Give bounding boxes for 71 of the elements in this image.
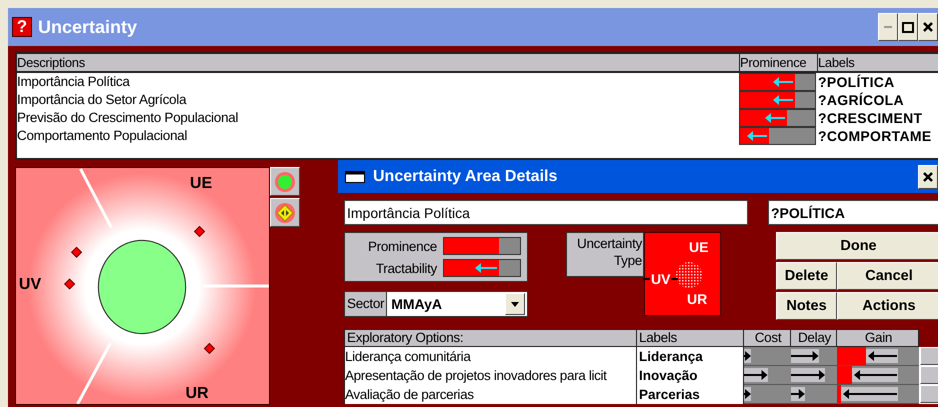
type-tag[interactable]: UR	[687, 291, 708, 307]
dialog-button[interactable]: Cancel	[837, 262, 938, 290]
window-icon	[345, 170, 365, 182]
sector-value: MMAyA	[391, 296, 442, 312]
type-tag[interactable]: UV	[643, 271, 678, 287]
column-header: Descriptions	[17, 54, 740, 71]
column-header: Gain	[837, 329, 919, 347]
sector-label: Sector	[345, 292, 388, 316]
row-button[interactable]	[920, 347, 938, 365]
label-cell-text: ?COMPORTAME	[817, 127, 932, 145]
question-icon: ?	[12, 17, 32, 37]
diamond-icon	[274, 202, 296, 224]
left-arrow-icon	[747, 131, 768, 141]
area-label: UR	[185, 385, 209, 403]
dropdown-button[interactable]	[505, 293, 525, 315]
caret-icon	[511, 302, 519, 306]
label-cell-text: ?POLÍTICA	[817, 73, 895, 91]
area-label: UV	[18, 276, 42, 294]
maximize-button[interactable]	[898, 13, 918, 41]
close-button[interactable]	[918, 13, 938, 41]
column-header: Delay	[791, 329, 837, 347]
column-header: Prominence	[740, 54, 818, 71]
dialog-button[interactable]: Notes	[776, 292, 837, 320]
minimize-icon	[884, 26, 892, 28]
diamond-tool-button[interactable]	[270, 198, 300, 227]
dialog-button[interactable]: Actions	[837, 292, 938, 320]
dialog-title: Uncertainty Area Details	[373, 168, 558, 186]
maximize-icon	[902, 22, 914, 32]
type-tag[interactable]: UE	[689, 239, 708, 255]
left-arrow-icon	[772, 77, 793, 87]
column-header: Cost	[744, 329, 791, 347]
rating-slider[interactable]	[443, 237, 521, 255]
left-arrow-icon	[843, 389, 898, 399]
close-icon	[923, 22, 933, 32]
left-arrow-icon	[474, 263, 497, 273]
circle-tool-button[interactable]	[270, 167, 300, 196]
slider-label: Tractability	[374, 260, 437, 276]
left-arrow-icon	[764, 113, 784, 123]
rating-slider[interactable]	[443, 259, 521, 277]
close-icon	[923, 172, 933, 182]
row-button[interactable]	[920, 385, 938, 403]
option-description: Avaliação de parcerias	[345, 385, 637, 404]
column-header: Labels	[818, 54, 938, 71]
window-title: Uncertainty	[38, 16, 138, 38]
dotted-area-icon	[676, 262, 702, 288]
column-header: Labels	[637, 329, 744, 347]
description-field[interactable]: Importância Política	[344, 200, 748, 225]
dialog-button[interactable]: Done	[776, 232, 938, 260]
description-cell-text: Comportamento Populacional	[17, 127, 188, 145]
description-cell-text: Importância do Setor Agrícola	[17, 91, 188, 109]
close-button[interactable]	[918, 164, 938, 188]
dialog-button[interactable]: Delete	[776, 262, 837, 290]
label-field[interactable]: ?POLÍTICA	[768, 200, 938, 225]
area-label: UE	[190, 175, 212, 193]
description-cell-text: Previsão do Crescimento Populacional	[17, 109, 240, 127]
sector-dropdown[interactable]: Sector MMAyA	[344, 291, 528, 317]
uncertainty-type-selector[interactable]: UE UV UR	[644, 232, 721, 316]
type-label: Uncertainty Type	[566, 232, 644, 277]
right-arrow-icon	[744, 389, 752, 399]
left-arrow-icon	[772, 95, 793, 105]
right-arrow-icon	[744, 351, 752, 361]
minimize-button[interactable]	[878, 13, 898, 41]
column-header: Exploratory Options:	[344, 329, 637, 347]
row-button[interactable]	[920, 366, 938, 384]
left-arrow-icon	[854, 370, 898, 380]
label-cell-text: ?CRESCIMENT	[817, 109, 922, 127]
circle-icon	[274, 170, 296, 192]
label-cell-text: ?AGRÍCOLA	[817, 91, 904, 109]
left-arrow-icon	[868, 351, 898, 361]
slider-label: Prominence	[366, 238, 437, 254]
description-cell-text: Importância Política	[17, 73, 131, 91]
